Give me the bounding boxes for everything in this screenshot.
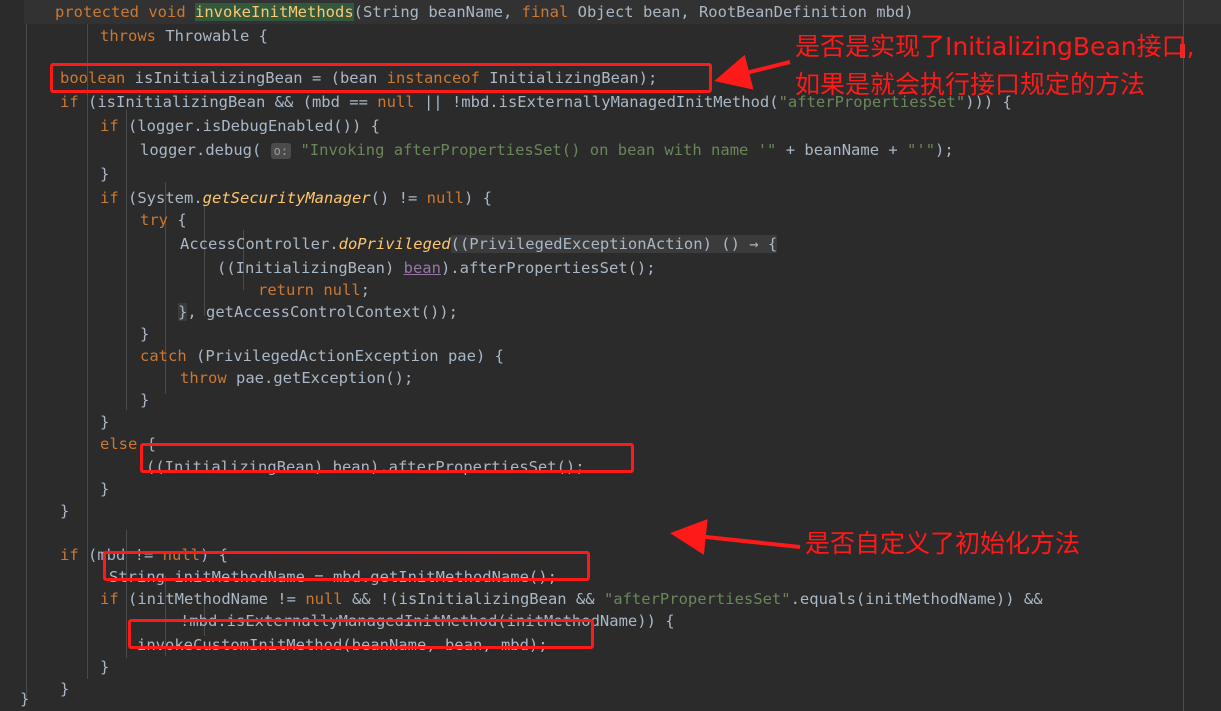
- code-line: if (initMethodName != null && !(isInitia…: [100, 590, 1043, 608]
- code-line: catch (PrivilegedActionException pae) {: [140, 347, 504, 365]
- code-editor-screenshot: protected void invokeInitMethods(String …: [0, 0, 1221, 711]
- code-line: throw pae.getException();: [180, 369, 414, 387]
- code-line: protected void invokeInitMethods(String …: [55, 3, 914, 21]
- code-line: }: [60, 680, 70, 698]
- code-text-layer[interactable]: protected void invokeInitMethods(String …: [0, 0, 1221, 711]
- code-line: if (mbd != null) {: [60, 546, 229, 564]
- code-line: }, getAccessControlContext());: [178, 303, 458, 321]
- code-line: !mbd.isExternallyManagedInitMethod(initM…: [180, 612, 675, 630]
- code-line: return null;: [258, 281, 371, 299]
- code-line: }: [20, 690, 30, 708]
- code-line: ((InitializingBean) bean).afterPropertie…: [146, 458, 585, 476]
- code-line: if (System.getSecurityManager() != null)…: [100, 189, 492, 207]
- code-line: String initMethodName = mbd.getInitMetho…: [109, 568, 557, 586]
- code-line: else {: [100, 435, 157, 453]
- code-line: ((InitializingBean) bean).afterPropertie…: [217, 259, 656, 277]
- code-line: }: [100, 165, 110, 183]
- code-line: throws Throwable {: [100, 27, 268, 45]
- code-line: }: [100, 658, 110, 676]
- code-line: if (isInitializingBean && (mbd == null |…: [60, 93, 1012, 111]
- parameter-hint-badge: o:: [270, 143, 292, 159]
- code-line: if (logger.isDebugEnabled()) {: [100, 117, 380, 135]
- code-line: boolean isInitializingBean = (bean insta…: [60, 69, 658, 87]
- code-line: }: [140, 391, 150, 409]
- code-line: }: [60, 502, 70, 520]
- code-line: }: [100, 480, 110, 498]
- code-line: AccessController.doPrivileged((Privilege…: [180, 235, 778, 253]
- code-line: }: [140, 325, 150, 343]
- code-line: logger.debug( o: "Invoking afterProperti…: [140, 141, 954, 159]
- code-line: try {: [140, 211, 187, 229]
- code-line: invokeCustomInitMethod(beanName, bean, m…: [137, 636, 548, 654]
- code-line: }: [100, 413, 110, 431]
